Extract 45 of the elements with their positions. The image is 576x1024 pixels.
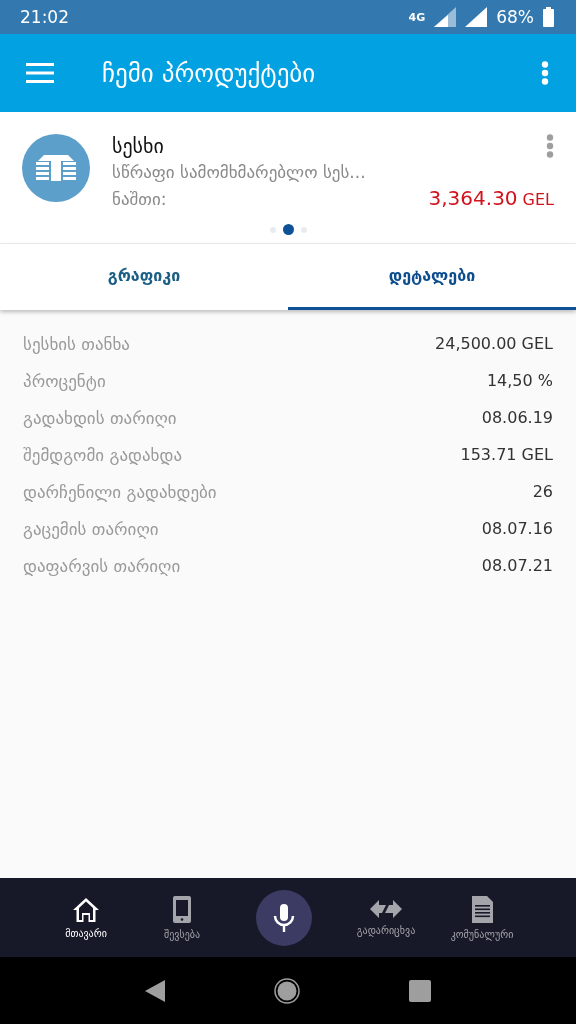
detail-label: დარჩენილი გადახდები [23,481,217,502]
battery-icon [543,7,554,27]
document-icon [471,895,493,923]
tab[interactable]: გრაფიკი [0,244,288,310]
network-type: 4G [408,10,426,24]
battery-percent: 68% [496,7,534,27]
detail-label: შემდგომი გადახდა [23,444,182,465]
product-name: სესხი [112,134,164,158]
detail-label: პროცენტი [23,370,106,391]
detail-value: 08.07.21 [481,556,553,575]
clock-time: 21:02 [20,7,69,27]
balance-amount: 3,364.30 [428,186,518,210]
signal-icon [465,7,488,27]
detail-label: სესხის თანხა [23,333,130,354]
recents-icon[interactable] [409,979,432,1002]
microphone-icon [273,903,295,932]
back-icon[interactable] [144,979,165,1002]
detail-value: 24,500.00 GEL [435,334,553,353]
money-stack-icon [22,134,90,202]
detail-label: გადახდის თარიღი [23,407,177,428]
detail-value: 14,50 % [486,371,553,390]
detail-label: გაცემის თარიღი [23,518,159,539]
home-circle-icon[interactable] [274,977,300,1004]
nav-item[interactable]: მთავარი [38,892,134,943]
detail-label: დაფარვის თარიღი [23,555,181,576]
detail-value: 08.07.16 [481,519,553,538]
more-options-icon[interactable] [541,61,549,85]
balance-currency: GEL [522,190,554,209]
transfer-arrows-icon [370,899,402,919]
signal-icon [434,7,457,27]
product-card[interactable]: სესხი სწრაფი სამომხმარებლო სეს... ნაშთი: 3,364.30 GEL [0,112,576,244]
nav-item[interactable]: გადარიცხვა [338,895,434,940]
tab[interactable]: დეტალები [288,244,576,310]
nav-item[interactable]: შევსება [134,891,230,944]
detail-value: 26 [532,482,553,501]
menu-icon[interactable] [26,63,54,83]
home-icon [72,896,100,922]
product-description: სწრაფი სამომხმარებლო სეს... [112,162,367,182]
detail-value: 08.06.19 [481,408,553,427]
screen-title: ჩემი პროდუქტები [102,58,317,88]
nav-item[interactable]: კომუნალური [434,891,530,944]
balance-label: ნაშთი: [112,189,167,209]
more-options-icon[interactable] [546,134,554,158]
detail-value: 153.71 GEL [460,445,553,464]
phone-icon [173,895,191,923]
